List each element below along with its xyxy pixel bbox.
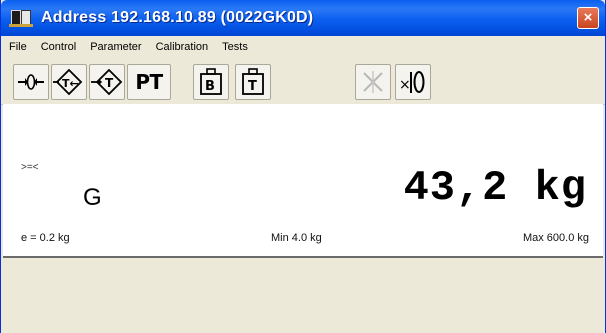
gross-mode-indicator: G bbox=[83, 184, 102, 211]
toolbar: T← T PT B T × bbox=[1, 58, 605, 105]
zero-icon bbox=[18, 74, 44, 90]
svg-text:×: × bbox=[399, 77, 411, 93]
menu-tests[interactable]: Tests bbox=[216, 41, 254, 53]
stability-indicator: >=< bbox=[21, 162, 39, 173]
svg-text:T: T bbox=[105, 76, 114, 90]
menu-control[interactable]: Control bbox=[35, 41, 82, 53]
status-area bbox=[1, 258, 605, 333]
tare-icon: T← bbox=[53, 68, 83, 96]
disabled-x-icon bbox=[363, 71, 383, 93]
x10-button[interactable]: × bbox=[395, 64, 431, 100]
tare-clear-icon: T bbox=[91, 68, 123, 96]
tare-weight-icon: T bbox=[242, 68, 264, 95]
tare-display-button[interactable]: T bbox=[235, 64, 271, 100]
zero-button[interactable] bbox=[13, 64, 49, 100]
max-capacity: Max 600.0 kg bbox=[522, 232, 589, 244]
preset-tare-label: PT bbox=[135, 70, 163, 94]
x10-icon: × bbox=[399, 71, 425, 93]
tare-clear-button[interactable]: T bbox=[89, 64, 125, 100]
preset-tare-button[interactable]: PT bbox=[127, 64, 171, 100]
svg-text:T: T bbox=[248, 79, 257, 94]
brutto-weight-icon: B bbox=[200, 68, 222, 95]
weight-display: >=< G 43,2 kg e = 0.2 kg Min 4.0 kg Max … bbox=[3, 104, 603, 258]
menu-bar: File Control Parameter Calibration Tests bbox=[1, 36, 605, 59]
division-value: e = 0.2 kg bbox=[21, 232, 70, 244]
app-icon bbox=[9, 7, 35, 29]
menu-parameter[interactable]: Parameter bbox=[84, 41, 147, 53]
svg-text:T←: T← bbox=[62, 77, 79, 90]
tare-button[interactable]: T← bbox=[51, 64, 87, 100]
svg-text:B: B bbox=[205, 79, 215, 94]
window-title: Address 192.168.10.89 (0022GK0D) bbox=[41, 9, 314, 26]
app-window: Address 192.168.10.89 (0022GK0D) × File … bbox=[0, 0, 606, 333]
min-capacity: Min 4.0 kg bbox=[271, 232, 322, 244]
brutto-button[interactable]: B bbox=[193, 64, 229, 100]
menu-calibration[interactable]: Calibration bbox=[150, 41, 215, 53]
disabled-button bbox=[355, 64, 391, 100]
menu-file[interactable]: File bbox=[3, 41, 33, 53]
title-bar[interactable]: Address 192.168.10.89 (0022GK0D) × bbox=[1, 0, 605, 36]
close-button[interactable]: × bbox=[577, 7, 599, 29]
weight-value: 43,2 kg bbox=[403, 164, 587, 212]
